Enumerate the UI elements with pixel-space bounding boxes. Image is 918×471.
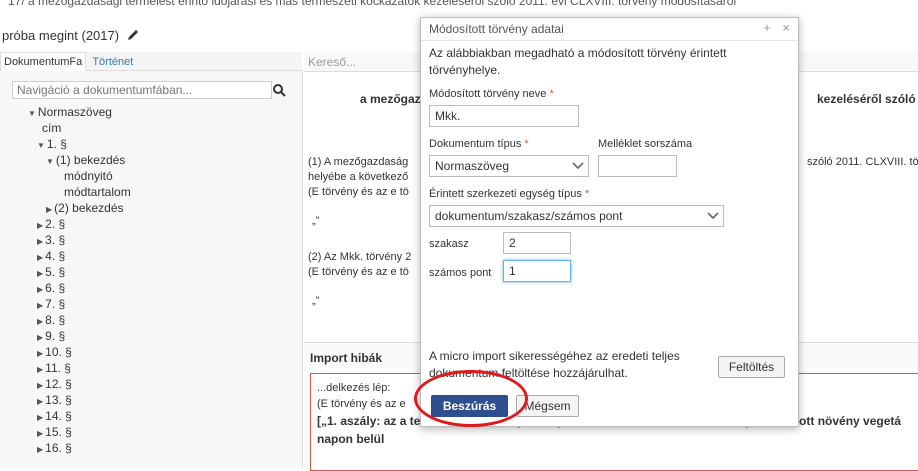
paragraph-line: helyébe a következő [308,171,409,183]
tree-node[interactable]: ▶ 9. § [37,329,65,343]
tree-node[interactable]: ▶ 15. § [37,425,72,439]
tree-node[interactable]: ▶ 8. § [37,313,65,327]
tree-node[interactable]: ▶ 12. § [37,377,72,391]
upload-button[interactable]: Feltöltés [718,356,785,378]
modified-law-dialog: Módosított törvény adatai + × Az alábbia… [420,17,799,427]
document-header-text: 17/ a mezőgazdasági termelést érintő idő… [8,0,737,8]
tree-node[interactable]: ▼ (1) bekezdés [46,153,125,167]
law-name-label: Módosított törvény neve * [429,88,554,100]
tree-node[interactable]: ▶ 2. § [37,217,65,231]
import-line: ...delkezés lép: [317,382,391,394]
close-icon[interactable]: × [782,20,790,35]
tree-node[interactable]: módtartalom [64,185,131,199]
szakasz-field[interactable]: 2 [503,232,571,254]
unit-type-label: Érintett szerkezeti egység típus * [429,188,590,200]
szakasz-label: szakasz [429,238,469,250]
doc-type-value: Normaszöveg [435,159,510,173]
tree-node[interactable]: ▶ 7. § [37,297,65,311]
left-tabs: DokumentumFa Történet [0,52,302,71]
dialog-intro: Az alábbiakban megadható a módosított tö… [429,46,727,77]
chevron-down-icon [572,162,584,170]
tree-node[interactable]: cím [42,121,61,135]
unit-type-value: dokumentum/szakasz/számos pont [435,209,623,223]
szamos-pont-field[interactable]: 1 [503,260,571,282]
tree-node[interactable]: ▶ 10. § [37,345,72,359]
tree-node[interactable]: ▶ 11. § [37,361,71,375]
paragraph-line: (1) A mezőgazdaság [308,156,409,168]
doc-type-label: Dokumentum típus * [429,138,529,150]
tree-node[interactable]: ▶ 3. § [37,233,65,247]
import-errors-title: Import hibák [310,351,383,365]
tree-node[interactable]: ▶ 13. § [37,393,72,407]
annex-number-label: Melléklet sorszáma [598,138,693,150]
tree-node[interactable]: módnyitó [64,169,113,183]
paragraph-line: „” [312,295,320,307]
chevron-down-icon [707,212,719,220]
tab-dokumentumfa[interactable]: DokumentumFa [0,52,87,71]
tree-node[interactable]: ▶ 4. § [37,249,65,263]
tree-node[interactable]: ▶ (2) bekezdés [46,201,124,215]
plus-icon[interactable]: + [763,20,771,35]
paragraph-line: „” [312,215,320,227]
doc-type-select[interactable]: Normaszöveg [429,155,589,177]
dialog-controls: + × [755,20,790,35]
doc-title: próba megint (2017) [2,28,140,43]
dialog-title: Módosított törvény adatai [429,22,564,36]
tree-node[interactable]: ▶ 5. § [37,265,65,279]
law-name-field[interactable]: Mkk. [429,105,579,127]
tree-node[interactable]: ▼ 1. § [37,137,67,151]
unit-type-select[interactable]: dokumentum/szakasz/számos pont [429,205,724,227]
search-icon[interactable] [272,83,286,97]
paragraph-line: szóló 2011. CLXVIII. törv [807,156,918,168]
document-tree-panel: ▼Normaszöveg cím ▼1. § ▼(1) bekezdés mód… [0,71,303,468]
tab-tortenet[interactable]: Történet [89,53,136,71]
tree-search-input[interactable] [12,81,272,99]
annex-number-field[interactable] [598,155,677,177]
paragraph-line: (E törvény és az e tö [308,266,409,278]
tree-node[interactable]: ▶ 6. § [37,281,65,295]
tree-node[interactable]: ▼ Normaszöveg [28,105,112,119]
import-line: (E törvény és az e [317,398,406,410]
highlight-ring [414,370,528,427]
document-heading: a mezőgaz [360,92,421,106]
document-heading-tail: kezeléséről szóló 201 [817,92,918,106]
import-line: napon belül [317,432,385,446]
tree-node[interactable]: ▶ 14. § [37,409,72,423]
tree-search [12,81,296,101]
document-header-strip: 17/ a mezőgazdasági termelést érintő idő… [0,0,918,10]
pencil-icon[interactable] [126,28,140,42]
tree-node[interactable]: ▶ 16. § [37,441,72,455]
divider [421,40,798,41]
szamos-pont-label: számos pont [429,267,492,279]
paragraph-line: (E törvény és az e tö [308,186,409,198]
paragraph-line: (2) Az Mkk. törvény 2 [308,251,412,263]
doc-title-text: próba megint (2017) [2,28,120,43]
